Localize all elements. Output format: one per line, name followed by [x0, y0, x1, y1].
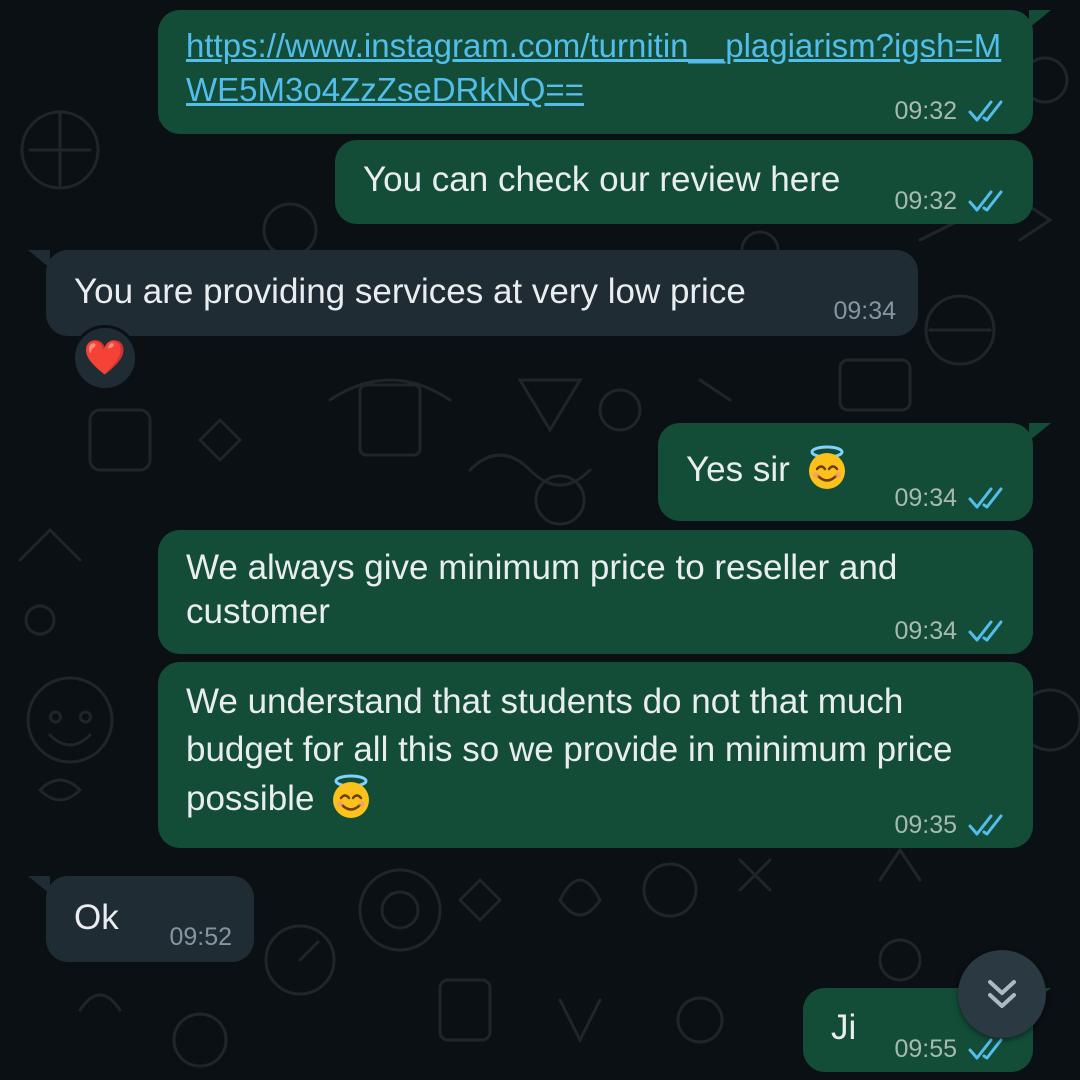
message-bubble-outgoing[interactable]: You can check our review here 09:32 — [335, 140, 1033, 224]
message-text-content: Yes sir — [686, 450, 790, 489]
reaction-heart[interactable]: ❤️ — [72, 325, 138, 391]
message-bubble-outgoing[interactable]: Yes sir 09:34 — [658, 423, 1051, 521]
scroll-to-bottom-button[interactable] — [958, 950, 1046, 1038]
double-check-icon — [968, 620, 1003, 642]
message-bubble-outgoing[interactable]: We understand that students do not that … — [158, 662, 1033, 848]
message-bubble-outgoing[interactable]: https://www.instagram.com/turnitin__plag… — [158, 10, 1051, 134]
message-meta: 09:34 — [833, 298, 896, 324]
message-meta: 09:32 — [894, 188, 1011, 214]
smiling-face-with-halo-icon — [808, 445, 845, 489]
smiling-face-with-halo-icon — [333, 774, 370, 818]
message-meta: 09:32 — [894, 98, 1011, 124]
message-text: We always give minimum price to reseller… — [186, 548, 898, 631]
heart-icon: ❤️ — [83, 339, 127, 377]
message-meta: 09:34 — [894, 485, 1011, 511]
message-meta: 09:34 — [894, 618, 1011, 644]
bubble-tail — [28, 250, 50, 268]
message-bubble-incoming[interactable]: You are providing services at very low p… — [28, 250, 918, 336]
message-bubble-incoming[interactable]: Ok 09:52 — [28, 876, 254, 962]
message-link[interactable]: https://www.instagram.com/turnitin__plag… — [186, 27, 1001, 108]
chat-area[interactable]: https://www.instagram.com/turnitin__plag… — [0, 0, 1080, 1080]
message-time: 09:34 — [894, 617, 957, 645]
double-check-icon — [968, 190, 1003, 212]
message-meta: 09:55 — [894, 1036, 1011, 1062]
message-time: 09:52 — [169, 923, 232, 951]
message-bubble-outgoing[interactable]: We always give minimum price to reseller… — [158, 530, 1033, 654]
bubble-tail — [1029, 423, 1051, 441]
message-time: 09:32 — [894, 97, 957, 125]
message-time: 09:34 — [894, 484, 957, 512]
double-chevron-down-icon — [988, 980, 1016, 1008]
message-text: You are providing services at very low p… — [74, 272, 746, 311]
message-text: We understand that students do not that … — [186, 678, 1016, 823]
bubble-tail — [28, 876, 50, 894]
bubble-tail — [1029, 10, 1051, 28]
double-check-icon — [968, 814, 1003, 836]
message-time: 09:34 — [833, 297, 896, 325]
message-time: 09:55 — [894, 1035, 957, 1063]
double-check-icon — [968, 487, 1003, 509]
message-meta: 09:35 — [894, 812, 1011, 838]
message-time: 09:32 — [894, 187, 957, 215]
double-check-icon — [968, 100, 1003, 122]
message-meta: 09:52 — [169, 924, 232, 950]
message-time: 09:35 — [894, 811, 957, 839]
message-text-content: We understand that students do not that … — [186, 682, 953, 818]
double-check-icon — [968, 1038, 1003, 1060]
